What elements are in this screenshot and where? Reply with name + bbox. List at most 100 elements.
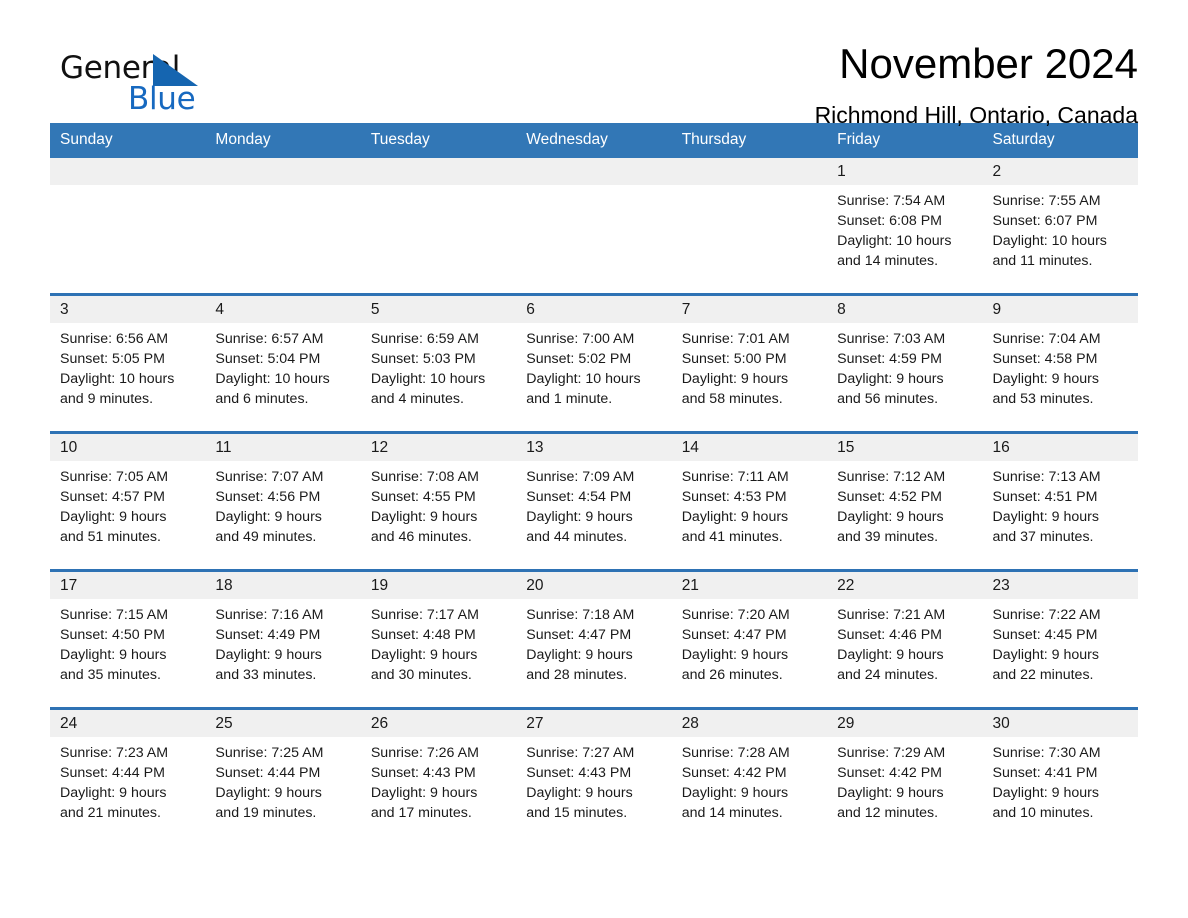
day-cell[interactable]: 19 Sunrise: 7:17 AM Sunset: 4:48 PM Dayl… — [360, 569, 517, 709]
day-cell[interactable]: 25 Sunrise: 7:25 AM Sunset: 4:44 PM Dayl… — [205, 707, 361, 845]
day-cell[interactable] — [50, 158, 206, 295]
daylight-text-line2: and 46 minutes. — [370, 529, 472, 545]
sunrise-text: Sunrise: 7:11 AM — [681, 469, 789, 485]
day-cell[interactable]: 14 Sunrise: 7:11 AM Sunset: 4:53 PM Dayl… — [671, 431, 828, 571]
daylight-text-line1: Daylight: 9 hours — [837, 785, 944, 801]
daylight-text-line1: Daylight: 9 hours — [215, 509, 322, 525]
day-cell[interactable]: 11 Sunrise: 7:07 AM Sunset: 4:56 PM Dayl… — [205, 431, 361, 571]
day-cell-inner: 19 Sunrise: 7:17 AM Sunset: 4:48 PM Dayl… — [360, 572, 517, 707]
day-number: 6 — [516, 296, 672, 323]
sunrise-text: Sunrise: 7:26 AM — [370, 745, 479, 761]
day-info: Sunrise: 7:30 AM Sunset: 4:41 PM Dayligh… — [983, 737, 1138, 823]
daylight-text-line1: Daylight: 10 hours — [992, 233, 1107, 249]
day-cell[interactable] — [360, 158, 517, 295]
sunset-text: Sunset: 4:56 PM — [215, 489, 321, 505]
sunset-text: Sunset: 4:41 PM — [992, 765, 1098, 781]
day-cell[interactable]: 2 Sunrise: 7:55 AM Sunset: 6:07 PM Dayli… — [982, 158, 1138, 295]
daylight-text-line2: and 53 minutes. — [992, 391, 1094, 407]
sunrise-text: Sunrise: 7:28 AM — [681, 745, 790, 761]
daylight-text-line1: Daylight: 9 hours — [370, 785, 478, 801]
day-info: Sunrise: 6:56 AM Sunset: 5:05 PM Dayligh… — [50, 323, 205, 409]
daylight-text-line2: and 19 minutes. — [215, 805, 317, 821]
day-cell[interactable]: 22 Sunrise: 7:21 AM Sunset: 4:46 PM Dayl… — [827, 569, 983, 709]
sunset-text: Sunset: 4:48 PM — [370, 627, 476, 643]
sunset-text: Sunset: 4:43 PM — [526, 765, 632, 781]
day-cell[interactable]: 30 Sunrise: 7:30 AM Sunset: 4:41 PM Dayl… — [982, 707, 1138, 845]
day-cell[interactable]: 3 Sunrise: 6:56 AM Sunset: 5:05 PM Dayli… — [50, 293, 206, 433]
day-cell[interactable]: 12 Sunrise: 7:08 AM Sunset: 4:55 PM Dayl… — [360, 431, 517, 571]
daylight-text-line2: and 44 minutes. — [526, 529, 628, 545]
sunset-text: Sunset: 5:02 PM — [526, 351, 632, 367]
day-cell[interactable]: 21 Sunrise: 7:20 AM Sunset: 4:47 PM Dayl… — [671, 569, 828, 709]
day-cell[interactable]: 1 Sunrise: 7:54 AM Sunset: 6:08 PM Dayli… — [827, 158, 983, 295]
day-cell-inner: 18 Sunrise: 7:16 AM Sunset: 4:49 PM Dayl… — [205, 572, 361, 707]
day-number: 20 — [516, 572, 672, 599]
daylight-text-line2: and 11 minutes. — [992, 253, 1093, 269]
day-cell[interactable]: 17 Sunrise: 7:15 AM Sunset: 4:50 PM Dayl… — [50, 569, 206, 709]
day-cell[interactable]: 15 Sunrise: 7:12 AM Sunset: 4:52 PM Dayl… — [827, 431, 983, 571]
daylight-text-line1: Daylight: 9 hours — [681, 509, 789, 525]
day-cell[interactable]: 24 Sunrise: 7:23 AM Sunset: 4:44 PM Dayl… — [50, 707, 206, 845]
day-cell[interactable]: 16 Sunrise: 7:13 AM Sunset: 4:51 PM Dayl… — [982, 431, 1138, 571]
day-cell[interactable] — [205, 158, 361, 295]
day-cell[interactable]: 9 Sunrise: 7:04 AM Sunset: 4:58 PM Dayli… — [982, 293, 1138, 433]
day-cell[interactable] — [671, 158, 828, 295]
day-cell[interactable] — [516, 158, 672, 295]
sunrise-text: Sunrise: 7:01 AM — [681, 331, 790, 347]
day-info: Sunrise: 7:22 AM Sunset: 4:45 PM Dayligh… — [983, 599, 1138, 685]
day-cell[interactable]: 13 Sunrise: 7:09 AM Sunset: 4:54 PM Dayl… — [516, 431, 672, 571]
sunrise-text: Sunrise: 7:17 AM — [370, 607, 479, 623]
day-cell[interactable]: 18 Sunrise: 7:16 AM Sunset: 4:49 PM Dayl… — [205, 569, 361, 709]
daylight-text-line2: and 24 minutes. — [837, 667, 939, 683]
day-cell[interactable]: 23 Sunrise: 7:22 AM Sunset: 4:45 PM Dayl… — [982, 569, 1138, 709]
day-cell[interactable]: 27 Sunrise: 7:27 AM Sunset: 4:43 PM Dayl… — [516, 707, 672, 845]
day-number: 26 — [360, 710, 517, 737]
sunrise-text: Sunrise: 7:05 AM — [60, 469, 169, 485]
day-cell[interactable]: 26 Sunrise: 7:26 AM Sunset: 4:43 PM Dayl… — [360, 707, 517, 845]
day-info — [672, 185, 827, 191]
day-cell-inner: 15 Sunrise: 7:12 AM Sunset: 4:52 PM Dayl… — [827, 434, 983, 569]
day-cell[interactable]: 29 Sunrise: 7:29 AM Sunset: 4:42 PM Dayl… — [827, 707, 983, 845]
daylight-text-line2: and 4 minutes. — [370, 391, 464, 407]
day-cell-inner: 1 Sunrise: 7:54 AM Sunset: 6:08 PM Dayli… — [827, 158, 983, 293]
daylight-text-line1: Daylight: 9 hours — [526, 509, 633, 525]
day-info — [516, 185, 671, 191]
day-cell[interactable]: 7 Sunrise: 7:01 AM Sunset: 5:00 PM Dayli… — [671, 293, 828, 433]
day-number: 11 — [205, 434, 361, 461]
day-cell[interactable]: 5 Sunrise: 6:59 AM Sunset: 5:03 PM Dayli… — [360, 293, 517, 433]
day-number: 13 — [516, 434, 672, 461]
day-info: Sunrise: 7:27 AM Sunset: 4:43 PM Dayligh… — [516, 737, 671, 823]
daylight-text-line1: Daylight: 10 hours — [215, 371, 330, 387]
day-cell-inner: 22 Sunrise: 7:21 AM Sunset: 4:46 PM Dayl… — [827, 572, 983, 707]
day-cell[interactable]: 8 Sunrise: 7:03 AM Sunset: 4:59 PM Dayli… — [827, 293, 983, 433]
daylight-text-line2: and 26 minutes. — [681, 667, 783, 683]
day-cell-inner: 2 Sunrise: 7:55 AM Sunset: 6:07 PM Dayli… — [982, 158, 1138, 293]
day-cell-inner: 6 Sunrise: 7:00 AM Sunset: 5:02 PM Dayli… — [516, 296, 672, 431]
daylight-text-line2: and 14 minutes. — [837, 253, 939, 269]
day-cell[interactable]: 10 Sunrise: 7:05 AM Sunset: 4:57 PM Dayl… — [50, 431, 206, 571]
weekday-header-wednesday: Wednesday — [516, 123, 672, 158]
day-info: Sunrise: 7:18 AM Sunset: 4:47 PM Dayligh… — [516, 599, 671, 685]
page-title: November 2024 — [839, 40, 1138, 87]
sunset-text: Sunset: 4:58 PM — [992, 351, 1098, 367]
day-info: Sunrise: 7:08 AM Sunset: 4:55 PM Dayligh… — [361, 461, 516, 547]
day-info: Sunrise: 7:55 AM Sunset: 6:07 PM Dayligh… — [983, 185, 1138, 271]
day-cell-inner: 21 Sunrise: 7:20 AM Sunset: 4:47 PM Dayl… — [671, 572, 828, 707]
day-cell-inner: 24 Sunrise: 7:23 AM Sunset: 4:44 PM Dayl… — [50, 710, 206, 845]
weekday-header-thursday: Thursday — [671, 123, 828, 158]
sunset-text: Sunset: 4:50 PM — [60, 627, 165, 643]
day-cell[interactable]: 28 Sunrise: 7:28 AM Sunset: 4:42 PM Dayl… — [671, 707, 828, 845]
daylight-text-line1: Daylight: 10 hours — [370, 371, 486, 387]
day-number: 17 — [50, 572, 206, 599]
day-number: 19 — [360, 572, 517, 599]
day-cell[interactable]: 6 Sunrise: 7:00 AM Sunset: 5:02 PM Dayli… — [516, 293, 672, 433]
daylight-text-line1: Daylight: 9 hours — [215, 785, 322, 801]
day-info — [50, 185, 205, 191]
sunrise-text: Sunrise: 7:00 AM — [526, 331, 635, 347]
sunset-text: Sunset: 4:42 PM — [681, 765, 787, 781]
day-cell[interactable]: 20 Sunrise: 7:18 AM Sunset: 4:47 PM Dayl… — [516, 569, 672, 709]
day-cell-inner: 17 Sunrise: 7:15 AM Sunset: 4:50 PM Dayl… — [50, 572, 206, 707]
daylight-text-line2: and 9 minutes. — [60, 391, 154, 407]
day-cell[interactable]: 4 Sunrise: 6:57 AM Sunset: 5:04 PM Dayli… — [205, 293, 361, 433]
daylight-text-line1: Daylight: 9 hours — [992, 647, 1099, 663]
